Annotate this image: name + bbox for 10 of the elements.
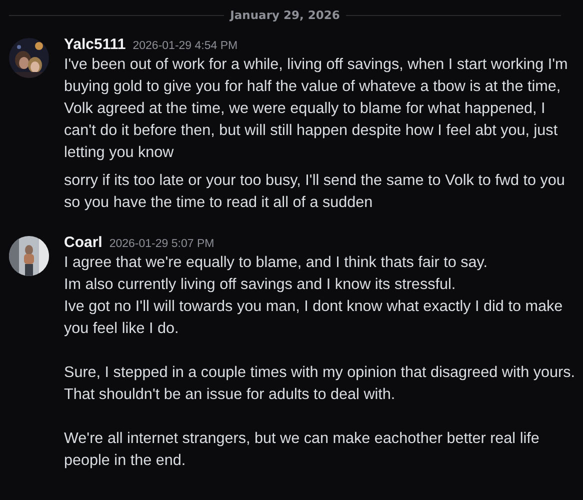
timestamp: 2026-01-29 4:54 PM: [132, 40, 238, 52]
timestamp: 2026-01-29 5:07 PM: [109, 238, 214, 250]
username[interactable]: Coarl: [64, 234, 102, 251]
username[interactable]: Yalc5111: [64, 36, 126, 53]
message-text: We're all internet strangers, but we can make eachother better real life people in the end.: [64, 429, 540, 471]
message-text: I agree that we're equally to blame, and I think thats fair to say. Im also currently living off savings and I know its stressful. Ive got no I'll will towards you man, I dont know what exactly I did to make you feel like I do.: [64, 253, 564, 339]
message-text: sorry if its too late or your too busy, I'll send the same to Volk to fwd to you so you have the time to read it all of a sudden: [64, 171, 566, 213]
date-divider: January 29, 2026: [230, 8, 340, 22]
message-text: Sure, I stepped in a couple times with my opinion that disagreed with yours. That shouldn't be an issue for adults to deal with.: [64, 363, 576, 405]
message-text: I've been out of work for a while, living off savings, when I start working I'm buying gold to give you for half the value of whateve a tbow is at the time, Volk agreed at the time, we were equally to blame for what happened, I can't do it before then, but will still happen despite how I feel abt you, just letting you know: [64, 55, 569, 163]
